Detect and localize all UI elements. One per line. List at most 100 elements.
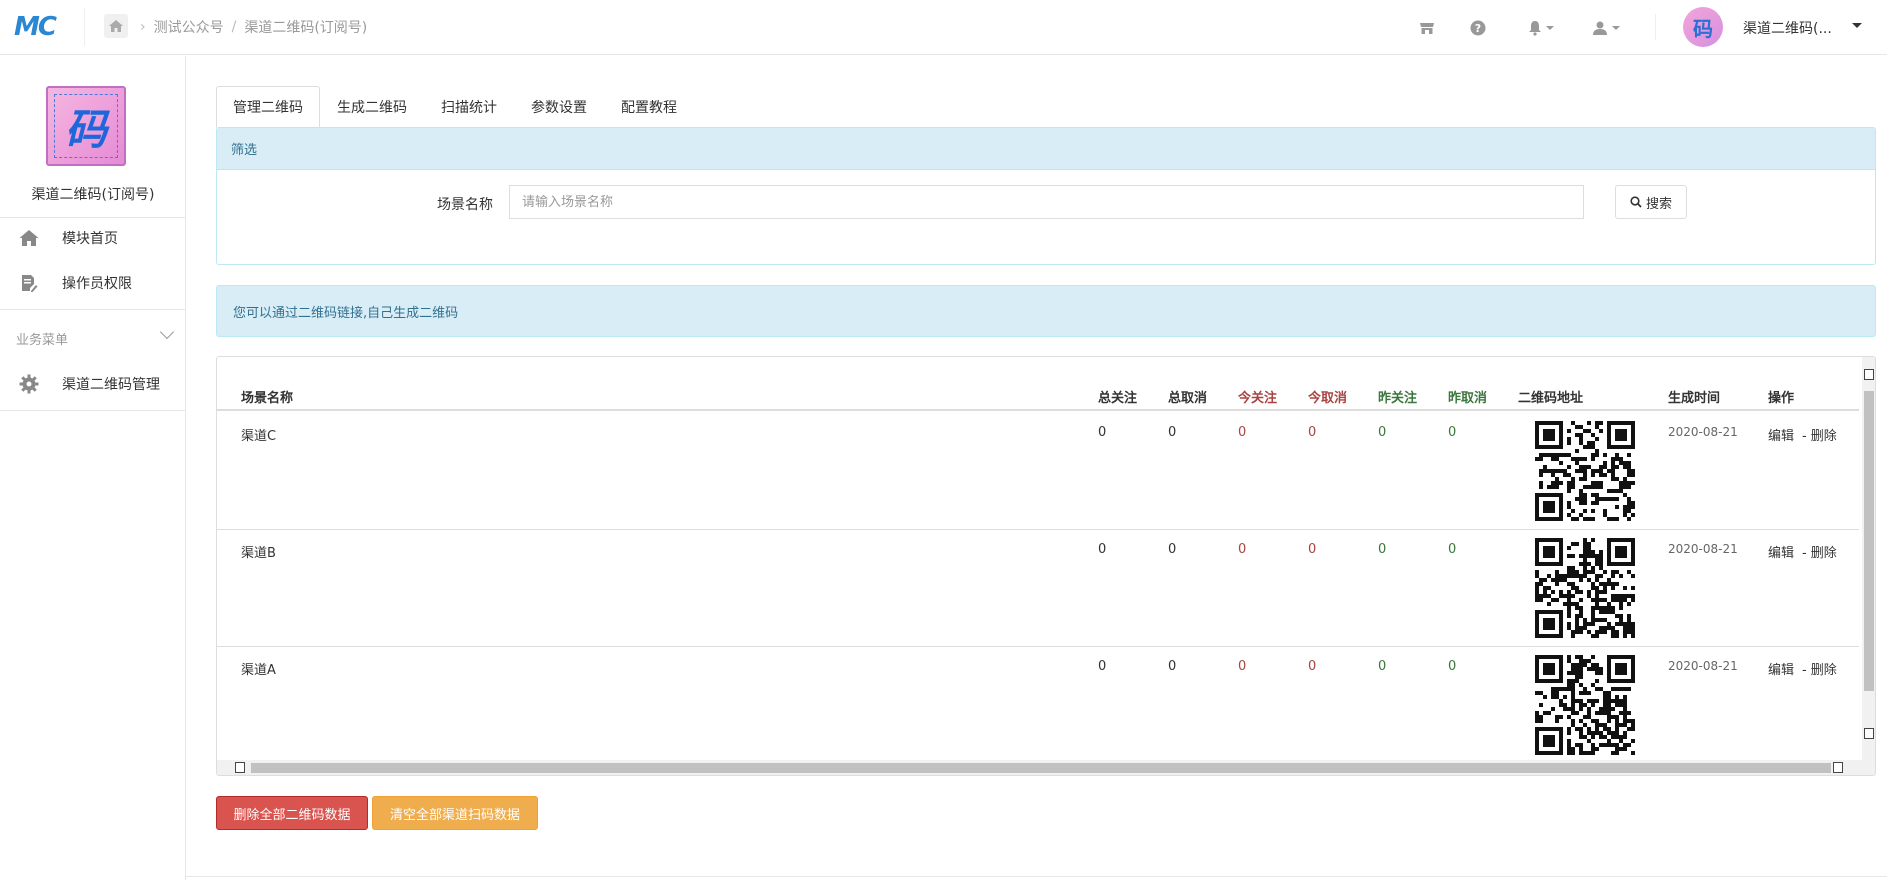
scroll-up-arrow[interactable] [1864, 369, 1874, 380]
tab-scan-stats[interactable]: 扫描统计 [424, 86, 514, 128]
today-follow-cell: 0 [1238, 425, 1247, 440]
breadcrumb-chevron: › [140, 19, 146, 35]
store-icon [1420, 23, 1434, 34]
sidebar-divider [0, 410, 186, 411]
horizontal-scroll-thumb[interactable] [251, 763, 1831, 773]
top-navbar: MC › 测试公众号 / 渠道二维码(订阅号) ? 码 渠道二维码(... [0, 0, 1887, 55]
col-qr-url: 二维码地址 [1518, 391, 1584, 406]
scene-name-cell: 渠道B [241, 546, 276, 561]
row-actions: 编辑 - 删除 [1768, 542, 1837, 561]
user-icon [1593, 21, 1607, 35]
delete-link[interactable]: 删除 [1811, 546, 1837, 561]
svg-text:?: ? [1475, 22, 1481, 35]
scene-name-input[interactable] [509, 185, 1584, 219]
sidebar-group-label[interactable]: 业务菜单 [16, 329, 68, 348]
yesterday-follow-cell: 0 [1378, 425, 1387, 440]
scroll-right-arrow[interactable] [1833, 762, 1843, 773]
delete-link[interactable]: 删除 [1811, 663, 1837, 678]
action-separator: - [1802, 429, 1807, 444]
delete-all-qr-button[interactable]: 删除全部二维码数据 [216, 796, 368, 830]
vertical-scrollbar[interactable] [1862, 357, 1875, 775]
module-logo-char: 码 [54, 94, 118, 158]
home-button[interactable] [104, 14, 128, 38]
sidebar-item-operators[interactable]: 操作员权限 [0, 261, 186, 305]
clear-all-scan-data-button[interactable]: 清空全部渠道扫码数据 [372, 796, 538, 830]
scroll-left-arrow[interactable] [235, 762, 245, 773]
yesterday-cancel-cell: 0 [1448, 542, 1457, 557]
col-today-cancel: 今取消 [1308, 391, 1348, 406]
horizontal-scrollbar[interactable] [217, 760, 1862, 775]
qr-code-image[interactable] [1535, 538, 1635, 638]
module-title: 渠道二维码(订阅号) [31, 187, 155, 203]
yesterday-follow-cell: 0 [1378, 542, 1387, 557]
top-divider [1655, 14, 1656, 40]
question-circle-icon: ? [1470, 20, 1486, 36]
total-follow-cell: 0 [1098, 542, 1107, 557]
edit-link[interactable]: 编辑 [1768, 429, 1794, 444]
created-time-cell: 2020-08-21 [1668, 425, 1738, 439]
qr-table-panel: 场景名称 总关注 总取消 今关注 今取消 昨关注 昨取消 二维码地址 生成时间 … [216, 356, 1876, 776]
total-cancel-cell: 0 [1168, 425, 1177, 440]
col-actions: 操作 [1768, 391, 1795, 406]
qr-code-image[interactable] [1535, 655, 1635, 755]
table-row: 渠道B 0 0 0 0 0 0 2020-08-21 编辑 - 删除 [217, 530, 1859, 647]
account-name[interactable]: 渠道二维码(... [1743, 18, 1832, 38]
chevron-down-icon[interactable] [159, 324, 175, 340]
user-dropdown[interactable] [1588, 17, 1624, 39]
filter-panel: 筛选 场景名称 搜索 [216, 127, 1876, 265]
logo-divider [84, 8, 85, 46]
created-time-cell: 2020-08-21 [1668, 542, 1738, 556]
total-follow-cell: 0 [1098, 659, 1107, 674]
avatar[interactable]: 码 [1683, 7, 1723, 47]
tab-tutorial[interactable]: 配置教程 [604, 86, 694, 128]
scene-name-cell: 渠道A [241, 663, 276, 678]
scene-name-cell: 渠道C [241, 429, 277, 444]
sidebar-item-home[interactable]: 模块首页 [0, 216, 186, 260]
home-icon [18, 227, 40, 249]
chevron-down-icon [1612, 26, 1620, 30]
tab-settings[interactable]: 参数设置 [514, 86, 604, 128]
sidebar: 码 渠道二维码(订阅号) 模块首页 操作员权限 业务菜单 渠道二维码管理 [0, 56, 186, 880]
search-button[interactable]: 搜索 [1615, 185, 1687, 219]
breadcrumb-item-module[interactable]: 渠道二维码(订阅号) [244, 17, 367, 37]
gear-icon [18, 373, 40, 395]
total-follow-cell: 0 [1098, 425, 1107, 440]
col-total-cancel: 总取消 [1168, 391, 1208, 406]
col-scene-name: 场景名称 [241, 391, 294, 406]
edit-link[interactable]: 编辑 [1768, 663, 1794, 678]
row-actions: 编辑 - 删除 [1768, 659, 1837, 678]
sidebar-item-label: 操作员权限 [62, 276, 132, 292]
app-logo[interactable]: MC [14, 12, 66, 42]
document-edit-icon [18, 272, 40, 294]
tab-manage-qr[interactable]: 管理二维码 [216, 86, 320, 128]
footer-divider [186, 876, 1887, 877]
action-separator: - [1802, 663, 1807, 678]
sidebar-item-channel-qr[interactable]: 渠道二维码管理 [0, 362, 186, 406]
sidebar-item-label: 渠道二维码管理 [62, 377, 160, 393]
notifications-dropdown[interactable] [1523, 17, 1559, 39]
edit-link[interactable]: 编辑 [1768, 546, 1794, 561]
store-button[interactable] [1416, 17, 1438, 39]
breadcrumb-item-account[interactable]: 测试公众号 [154, 17, 224, 37]
account-caret-icon[interactable] [1852, 23, 1862, 28]
today-cancel-cell: 0 [1308, 425, 1317, 440]
home-icon [109, 20, 123, 32]
col-total-follow: 总关注 [1098, 391, 1138, 406]
tab-generate-qr[interactable]: 生成二维码 [320, 86, 424, 128]
table-row: 渠道C 0 0 0 0 0 0 2020-08-21 编辑 - 删除 [217, 413, 1859, 530]
scene-name-label: 场景名称 [437, 197, 493, 213]
scroll-down-arrow[interactable] [1864, 728, 1874, 739]
info-alert: 您可以通过二维码链接,自己生成二维码 [216, 285, 1876, 337]
total-cancel-cell: 0 [1168, 659, 1177, 674]
yesterday-follow-cell: 0 [1378, 659, 1387, 674]
today-follow-cell: 0 [1238, 542, 1247, 557]
sidebar-divider [0, 309, 186, 310]
delete-link[interactable]: 删除 [1811, 429, 1837, 444]
help-button[interactable]: ? [1467, 17, 1489, 39]
vertical-scroll-thumb[interactable] [1864, 391, 1874, 691]
qr-code-image[interactable] [1535, 421, 1635, 521]
module-logo: 码 [46, 86, 126, 166]
breadcrumb: › 测试公众号 / 渠道二维码(订阅号) [140, 17, 367, 37]
yesterday-cancel-cell: 0 [1448, 659, 1457, 674]
col-yesterday-cancel: 昨取消 [1448, 391, 1488, 406]
